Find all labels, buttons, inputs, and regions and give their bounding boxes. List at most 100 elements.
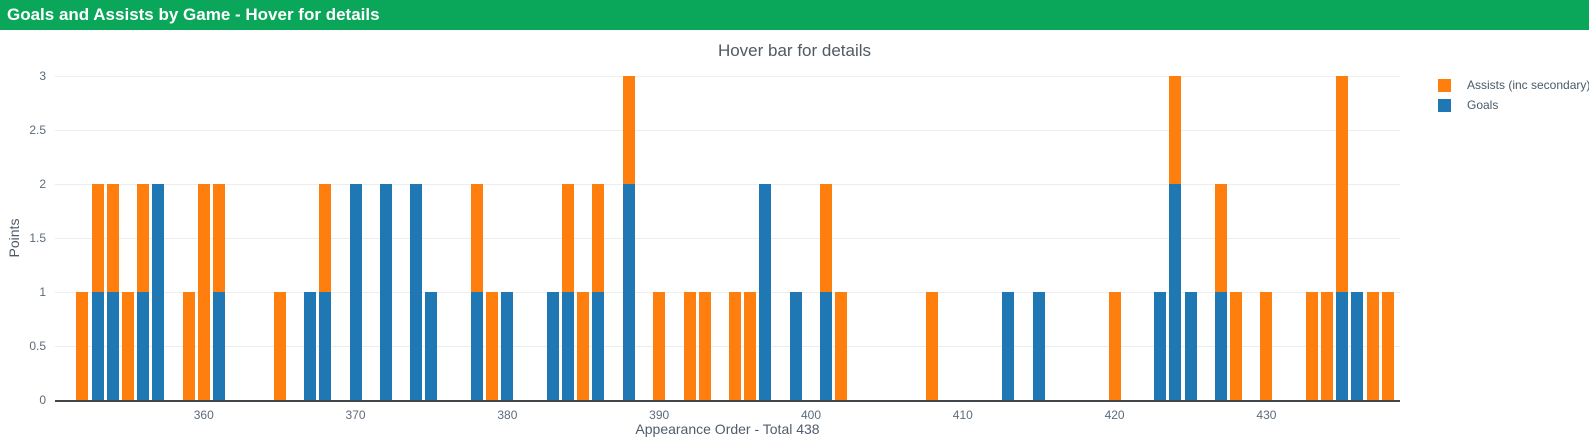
bar-stack[interactable]	[486, 292, 498, 400]
bar-stack[interactable]	[623, 76, 635, 400]
bar-stack[interactable]	[1185, 292, 1197, 400]
bar-stack[interactable]	[1382, 292, 1394, 400]
bar-stack[interactable]	[577, 292, 589, 400]
goals-bar-segment[interactable]	[425, 292, 437, 400]
goals-bar-segment[interactable]	[410, 184, 422, 400]
goals-bar-segment[interactable]	[790, 292, 802, 400]
assists-bar-segment[interactable]	[137, 184, 149, 292]
bar-stack[interactable]	[1230, 292, 1242, 400]
goals-bar-segment[interactable]	[501, 292, 513, 400]
bar-stack[interactable]	[319, 184, 331, 400]
assists-bar-segment[interactable]	[1109, 292, 1121, 400]
bar-stack[interactable]	[183, 292, 195, 400]
bar-stack[interactable]	[1215, 184, 1227, 400]
bar-stack[interactable]	[274, 292, 286, 400]
assists-bar-segment[interactable]	[1367, 292, 1379, 400]
bar-stack[interactable]	[76, 292, 88, 400]
assists-bar-segment[interactable]	[562, 184, 574, 292]
assists-bar-segment[interactable]	[623, 76, 635, 184]
bar-stack[interactable]	[425, 292, 437, 400]
goals-bar-segment[interactable]	[350, 184, 362, 400]
assists-bar-segment[interactable]	[198, 184, 210, 400]
assists-bar-segment[interactable]	[684, 292, 696, 400]
bar-stack[interactable]	[122, 292, 134, 400]
goals-bar-segment[interactable]	[1169, 184, 1181, 400]
bar-stack[interactable]	[198, 184, 210, 400]
assists-bar-segment[interactable]	[274, 292, 286, 400]
bar-stack[interactable]	[684, 292, 696, 400]
bar-stack[interactable]	[410, 184, 422, 400]
bar-stack[interactable]	[1367, 292, 1379, 400]
bar-stack[interactable]	[1306, 292, 1318, 400]
bar-stack[interactable]	[653, 292, 665, 400]
assists-bar-segment[interactable]	[835, 292, 847, 400]
goals-bar-segment[interactable]	[623, 184, 635, 400]
bar-stack[interactable]	[744, 292, 756, 400]
bar-stack[interactable]	[1033, 292, 1045, 400]
goals-bar-segment[interactable]	[92, 292, 104, 400]
assists-bar-segment[interactable]	[699, 292, 711, 400]
bar-stack[interactable]	[501, 292, 513, 400]
goals-bar-segment[interactable]	[1154, 292, 1166, 400]
assists-bar-segment[interactable]	[592, 184, 604, 292]
goals-bar-segment[interactable]	[304, 292, 316, 400]
assists-bar-segment[interactable]	[1306, 292, 1318, 400]
goals-bar-segment[interactable]	[820, 292, 832, 400]
goals-bar-segment[interactable]	[1002, 292, 1014, 400]
bar-stack[interactable]	[926, 292, 938, 400]
bar-stack[interactable]	[729, 292, 741, 400]
bar-stack[interactable]	[820, 184, 832, 400]
assists-bar-segment[interactable]	[107, 184, 119, 292]
assists-bar-segment[interactable]	[213, 184, 225, 292]
assists-bar-segment[interactable]	[1215, 184, 1227, 292]
assists-bar-segment[interactable]	[76, 292, 88, 400]
assists-bar-segment[interactable]	[1382, 292, 1394, 400]
bar-stack[interactable]	[790, 292, 802, 400]
bar-stack[interactable]	[304, 292, 316, 400]
bar-stack[interactable]	[350, 184, 362, 400]
bar-stack[interactable]	[562, 184, 574, 400]
legend-item-goals[interactable]: Goals	[1438, 95, 1589, 115]
assists-bar-segment[interactable]	[1260, 292, 1272, 400]
goals-bar-segment[interactable]	[1351, 292, 1363, 400]
bar-stack[interactable]	[1109, 292, 1121, 400]
bar-stack[interactable]	[1260, 292, 1272, 400]
goals-bar-segment[interactable]	[1215, 292, 1227, 400]
bar-stack[interactable]	[592, 184, 604, 400]
bar-stack[interactable]	[1336, 76, 1348, 400]
bar-stack[interactable]	[1154, 292, 1166, 400]
goals-bar-segment[interactable]	[1033, 292, 1045, 400]
assists-bar-segment[interactable]	[926, 292, 938, 400]
goals-bar-segment[interactable]	[319, 292, 331, 400]
bar-stack[interactable]	[213, 184, 225, 400]
assists-bar-segment[interactable]	[1169, 76, 1181, 184]
bar-stack[interactable]	[152, 184, 164, 400]
assists-bar-segment[interactable]	[1230, 292, 1242, 400]
bar-stack[interactable]	[92, 184, 104, 400]
plot-area[interactable]	[55, 76, 1400, 402]
assists-bar-segment[interactable]	[744, 292, 756, 400]
goals-bar-segment[interactable]	[152, 184, 164, 400]
bar-stack[interactable]	[1321, 292, 1333, 400]
goals-bar-segment[interactable]	[1185, 292, 1197, 400]
assists-bar-segment[interactable]	[729, 292, 741, 400]
assists-bar-segment[interactable]	[471, 184, 483, 292]
assists-bar-segment[interactable]	[1336, 76, 1348, 292]
goals-bar-segment[interactable]	[1336, 292, 1348, 400]
bar-stack[interactable]	[380, 184, 392, 400]
assists-bar-segment[interactable]	[183, 292, 195, 400]
goals-bar-segment[interactable]	[137, 292, 149, 400]
assists-bar-segment[interactable]	[486, 292, 498, 400]
goals-bar-segment[interactable]	[107, 292, 119, 400]
bar-stack[interactable]	[471, 184, 483, 400]
bar-stack[interactable]	[137, 184, 149, 400]
bar-stack[interactable]	[1351, 292, 1363, 400]
assists-bar-segment[interactable]	[122, 292, 134, 400]
assists-bar-segment[interactable]	[92, 184, 104, 292]
bar-stack[interactable]	[107, 184, 119, 400]
goals-bar-segment[interactable]	[213, 292, 225, 400]
assists-bar-segment[interactable]	[319, 184, 331, 292]
bar-stack[interactable]	[1169, 76, 1181, 400]
goals-bar-segment[interactable]	[547, 292, 559, 400]
bar-stack[interactable]	[699, 292, 711, 400]
